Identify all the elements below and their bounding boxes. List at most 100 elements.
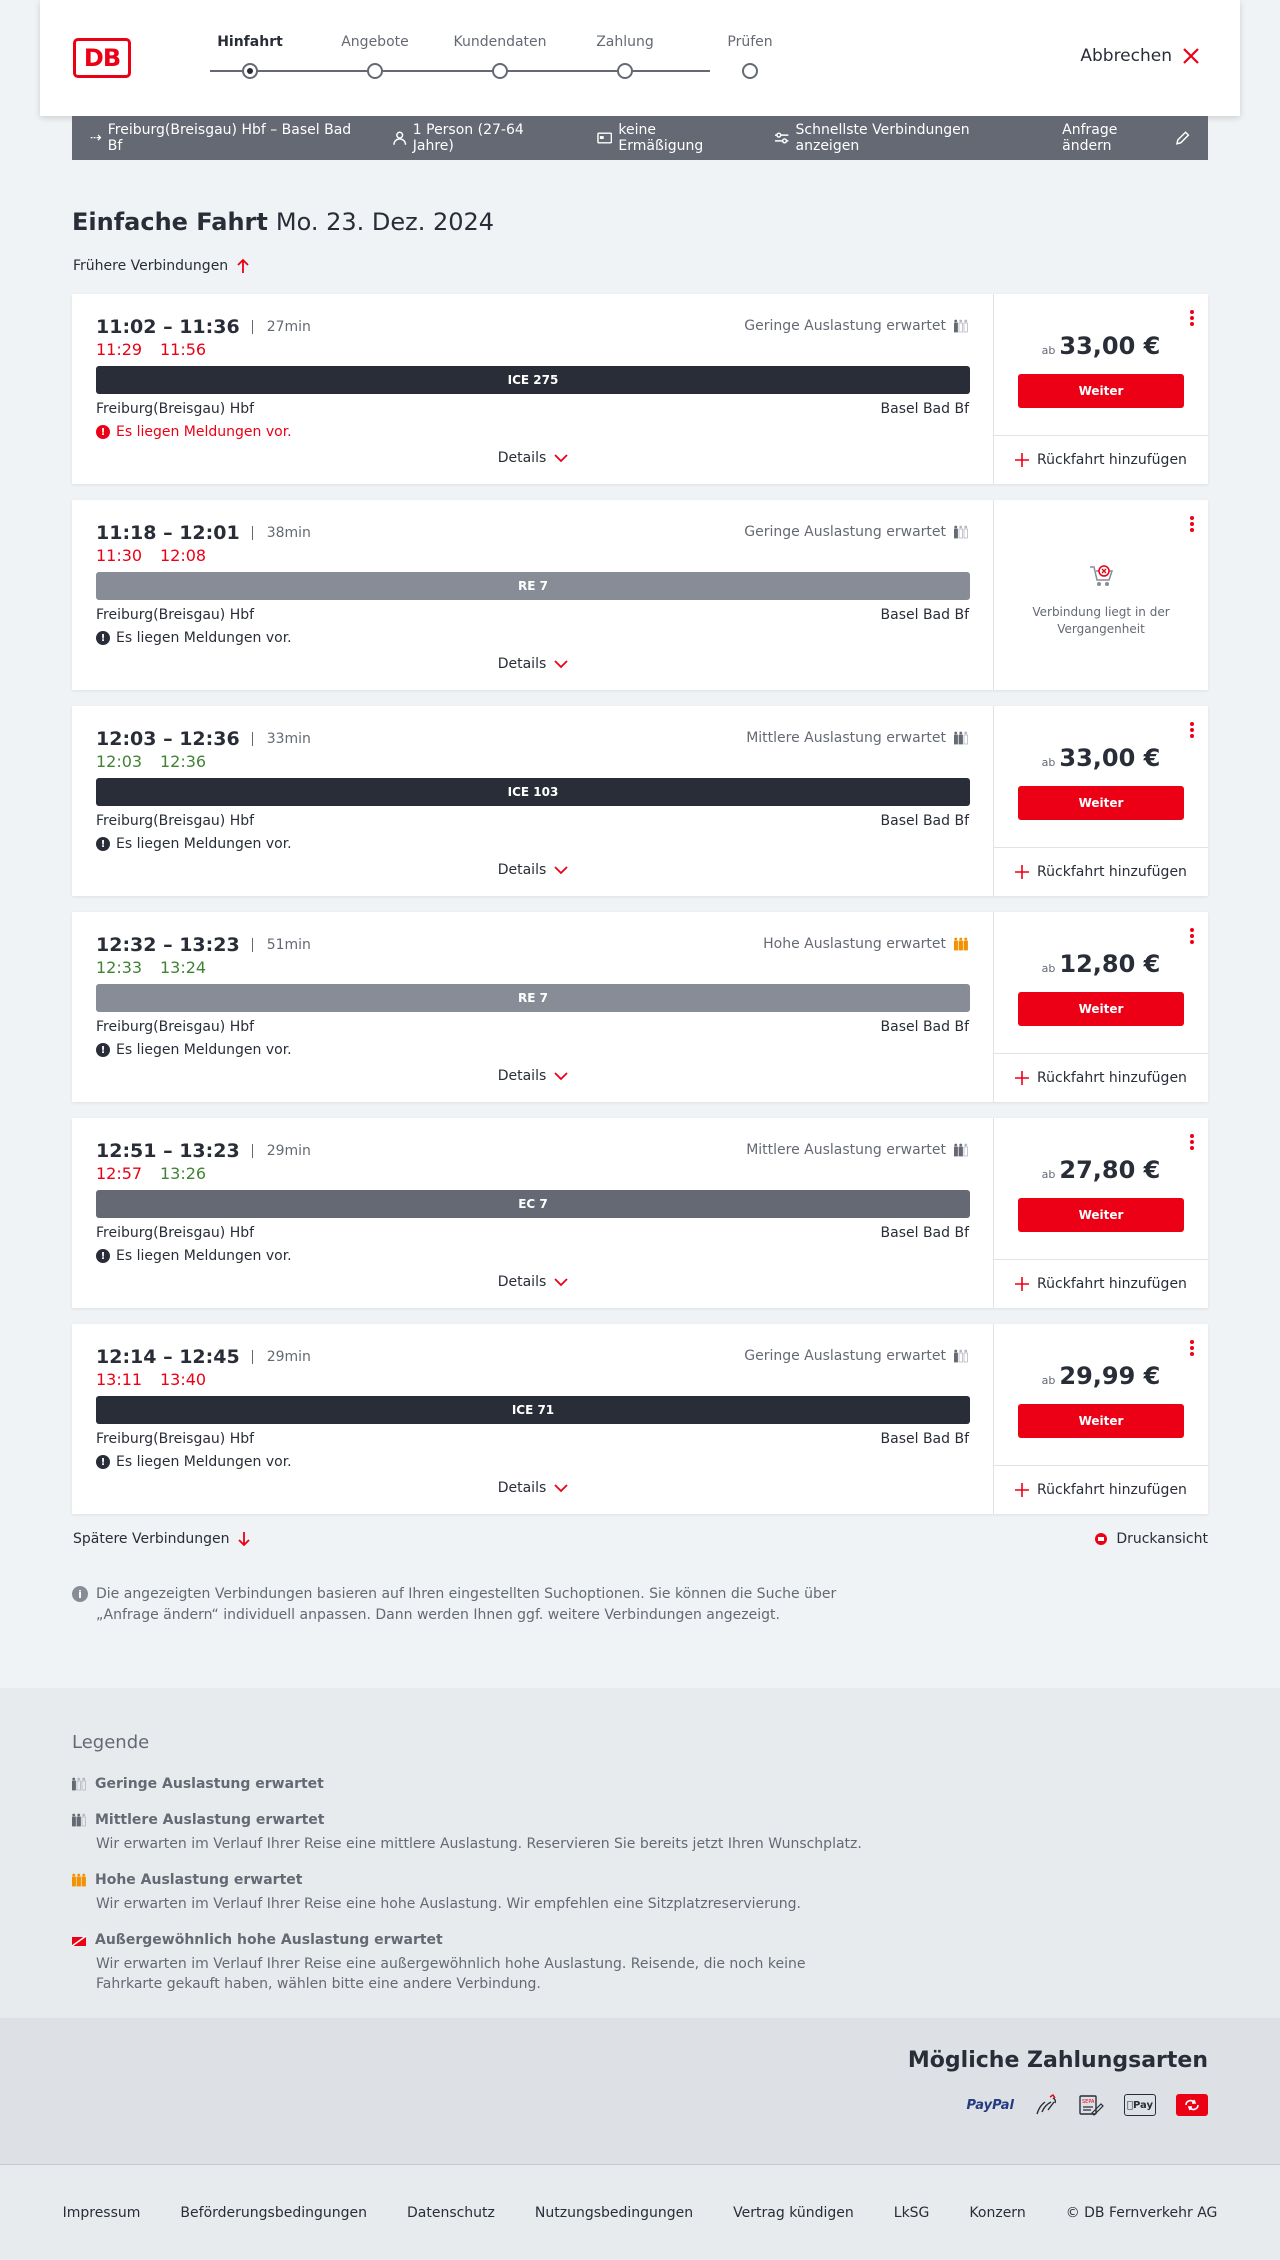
notice[interactable]: ! Es liegen Meldungen vor. bbox=[96, 1248, 292, 1264]
time-range: 12:51 – 13:23 bbox=[96, 1140, 240, 1162]
connection-card[interactable]: 11:02 – 11:36 27min 11:29 11:56 Geringe A… bbox=[72, 294, 1208, 484]
price-prefix: ab bbox=[1041, 756, 1056, 769]
realtime-departure: 11:29 bbox=[96, 340, 143, 359]
later-connections-link[interactable]: Spätere Verbindungen bbox=[73, 1531, 251, 1547]
connection-card[interactable]: 12:03 – 12:36 33min 12:03 12:36 Mittlere … bbox=[72, 706, 1208, 896]
details-toggle[interactable]: Details bbox=[72, 862, 994, 878]
price-value: 33,00 € bbox=[1059, 744, 1161, 772]
footer-link[interactable]: Konzern bbox=[969, 2205, 1025, 2221]
details-label: Details bbox=[497, 1480, 547, 1496]
connection-info: 12:51 – 13:23 29min 12:57 13:26 Mittlere … bbox=[72, 1118, 994, 1308]
alert-icon: ! bbox=[96, 1043, 110, 1057]
realtime-departure: 12:03 bbox=[96, 752, 143, 771]
connection-card[interactable]: 12:51 – 13:23 29min 12:57 13:26 Mittlere … bbox=[72, 1118, 1208, 1308]
legend-item-desc: Wir erwarten im Verlauf Ihrer Reise eine… bbox=[96, 1956, 806, 1992]
chevron-down-icon bbox=[554, 865, 568, 874]
add-return-button[interactable]: Rückfahrt hinzufügen bbox=[994, 1259, 1208, 1308]
alert-icon: ! bbox=[96, 1249, 110, 1263]
add-return-button[interactable]: Rückfahrt hinzufügen bbox=[994, 1465, 1208, 1514]
occupancy-icon bbox=[954, 731, 968, 745]
footer-link[interactable]: Nutzungsbedingungen bbox=[535, 2205, 693, 2221]
cart-past-icon bbox=[1090, 565, 1114, 586]
train-bar[interactable]: ICE 103 bbox=[96, 778, 970, 806]
persons-item: 1 Person (27-64 Jahre) bbox=[393, 122, 563, 154]
plus-icon bbox=[1015, 865, 1030, 879]
train-bar[interactable]: EC 7 bbox=[96, 1190, 970, 1218]
notice-text: Es liegen Meldungen vor. bbox=[116, 630, 292, 646]
realtime-arrival: 12:08 bbox=[160, 546, 207, 565]
payment-section: Mögliche Zahlungsarten PayPal SEPA Pay bbox=[0, 2018, 1280, 2164]
change-request-button[interactable]: Anfrage ändern bbox=[1062, 122, 1190, 154]
print-view-link[interactable]: Druckansicht bbox=[1094, 1531, 1208, 1547]
continue-button[interactable]: Weiter bbox=[1018, 1404, 1184, 1438]
occupancy-level-icon bbox=[72, 1777, 86, 1791]
occupancy: Geringe Auslastung erwartet bbox=[744, 318, 969, 334]
hand-payment-icon bbox=[1034, 2094, 1058, 2116]
legend-item: Hohe Auslastung erwartet Wir erwarten im … bbox=[72, 1872, 876, 1914]
more-options-button[interactable] bbox=[1190, 310, 1194, 328]
details-toggle[interactable]: Details bbox=[72, 1274, 994, 1290]
details-toggle[interactable]: Details bbox=[72, 1068, 994, 1084]
time-range: 12:32 – 13:23 bbox=[96, 934, 240, 956]
more-options-button[interactable] bbox=[1190, 928, 1194, 946]
paypal-icon: PayPal bbox=[966, 2097, 1014, 2113]
notice[interactable]: ! Es liegen Meldungen vor. bbox=[96, 424, 292, 440]
footer-link[interactable]: Vertrag kündigen bbox=[733, 2205, 854, 2221]
footer-link[interactable]: Impressum bbox=[63, 2205, 141, 2221]
details-label: Details bbox=[497, 1274, 547, 1290]
train-bar[interactable]: ICE 275 bbox=[96, 366, 970, 394]
legend-item-desc: Wir erwarten im Verlauf Ihrer Reise eine… bbox=[96, 1896, 801, 1912]
change-request-label: Anfrage ändern bbox=[1062, 122, 1118, 154]
train-bar[interactable]: ICE 71 bbox=[96, 1396, 970, 1424]
origin-station: Freiburg(Breisgau) Hbf bbox=[96, 1225, 255, 1241]
train-bar[interactable]: RE 7 bbox=[96, 572, 970, 600]
search-info-note: i Die angezeigten Verbindungen basieren a… bbox=[72, 1584, 862, 1626]
occupancy-text: Mittlere Auslastung erwartet bbox=[746, 730, 946, 746]
notice[interactable]: ! Es liegen Meldungen vor. bbox=[96, 1454, 292, 1470]
more-options-button[interactable] bbox=[1190, 1340, 1194, 1358]
connection-card[interactable]: 11:18 – 12:01 38min 11:30 12:08 Geringe A… bbox=[72, 500, 1208, 690]
legend-item-title: Mittlere Auslastung erwartet bbox=[95, 1812, 325, 1828]
connection-card[interactable]: 12:32 – 13:23 51min 12:33 13:24 Hohe Ausl… bbox=[72, 912, 1208, 1102]
offer-panel: ab 33,00 € Weiter Rückfahrt hinzufügen bbox=[994, 706, 1208, 896]
continue-button[interactable]: Weiter bbox=[1018, 992, 1184, 1026]
notice[interactable]: ! Es liegen Meldungen vor. bbox=[96, 836, 292, 852]
footer-link[interactable]: Beförderungsbedingungen bbox=[180, 2205, 367, 2221]
occupancy: Geringe Auslastung erwartet bbox=[744, 524, 969, 540]
destination-station: Basel Bad Bf bbox=[880, 1431, 969, 1447]
details-toggle[interactable]: Details bbox=[72, 450, 994, 466]
price: ab 33,00 € bbox=[994, 332, 1208, 360]
more-options-button[interactable] bbox=[1190, 516, 1194, 534]
connection-card[interactable]: 12:14 – 12:45 29min 13:11 13:40 Geringe A… bbox=[72, 1324, 1208, 1514]
notice[interactable]: ! Es liegen Meldungen vor. bbox=[96, 1042, 292, 1058]
footer-link[interactable]: Datenschutz bbox=[407, 2205, 495, 2221]
past-connection-text: Verbindung liegt in der Vergangenheit bbox=[1032, 605, 1170, 636]
continue-button[interactable]: Weiter bbox=[1018, 786, 1184, 820]
more-options-button[interactable] bbox=[1190, 722, 1194, 740]
db-logo[interactable]: DB bbox=[73, 38, 131, 78]
continue-button[interactable]: Weiter bbox=[1018, 374, 1184, 408]
earlier-connections-link[interactable]: Frühere Verbindungen bbox=[73, 258, 250, 274]
footer-link: © DB Fernverkehr AG bbox=[1065, 2204, 1218, 2221]
add-return-button[interactable]: Rückfahrt hinzufügen bbox=[994, 1053, 1208, 1102]
origin-station: Freiburg(Breisgau) Hbf bbox=[96, 401, 255, 417]
add-return-label: Rückfahrt hinzufügen bbox=[1037, 452, 1187, 468]
add-return-button[interactable]: Rückfahrt hinzufügen bbox=[994, 847, 1208, 896]
step-label-1: Hinfahrt bbox=[217, 34, 283, 50]
scheduled-times: 11:18 – 12:01 38min bbox=[96, 522, 311, 544]
alert-icon: ! bbox=[96, 631, 110, 645]
add-return-button[interactable]: Rückfahrt hinzufügen bbox=[994, 435, 1208, 484]
fastest-item[interactable]: Schnellste Verbindungen anzeigen bbox=[774, 122, 1028, 154]
scheduled-times: 12:32 – 13:23 51min bbox=[96, 934, 311, 956]
cancel-button[interactable]: Abbrechen bbox=[1080, 46, 1200, 66]
notice[interactable]: ! Es liegen Meldungen vor. bbox=[96, 630, 292, 646]
continue-button[interactable]: Weiter bbox=[1018, 1198, 1184, 1232]
details-toggle[interactable]: Details bbox=[72, 656, 994, 672]
destination-station: Basel Bad Bf bbox=[880, 813, 969, 829]
details-label: Details bbox=[497, 450, 547, 466]
more-options-button[interactable] bbox=[1190, 1134, 1194, 1152]
train-bar[interactable]: RE 7 bbox=[96, 984, 970, 1012]
alert-icon: ! bbox=[96, 425, 110, 439]
details-toggle[interactable]: Details bbox=[72, 1480, 994, 1496]
footer-link[interactable]: LkSG bbox=[894, 2205, 930, 2221]
